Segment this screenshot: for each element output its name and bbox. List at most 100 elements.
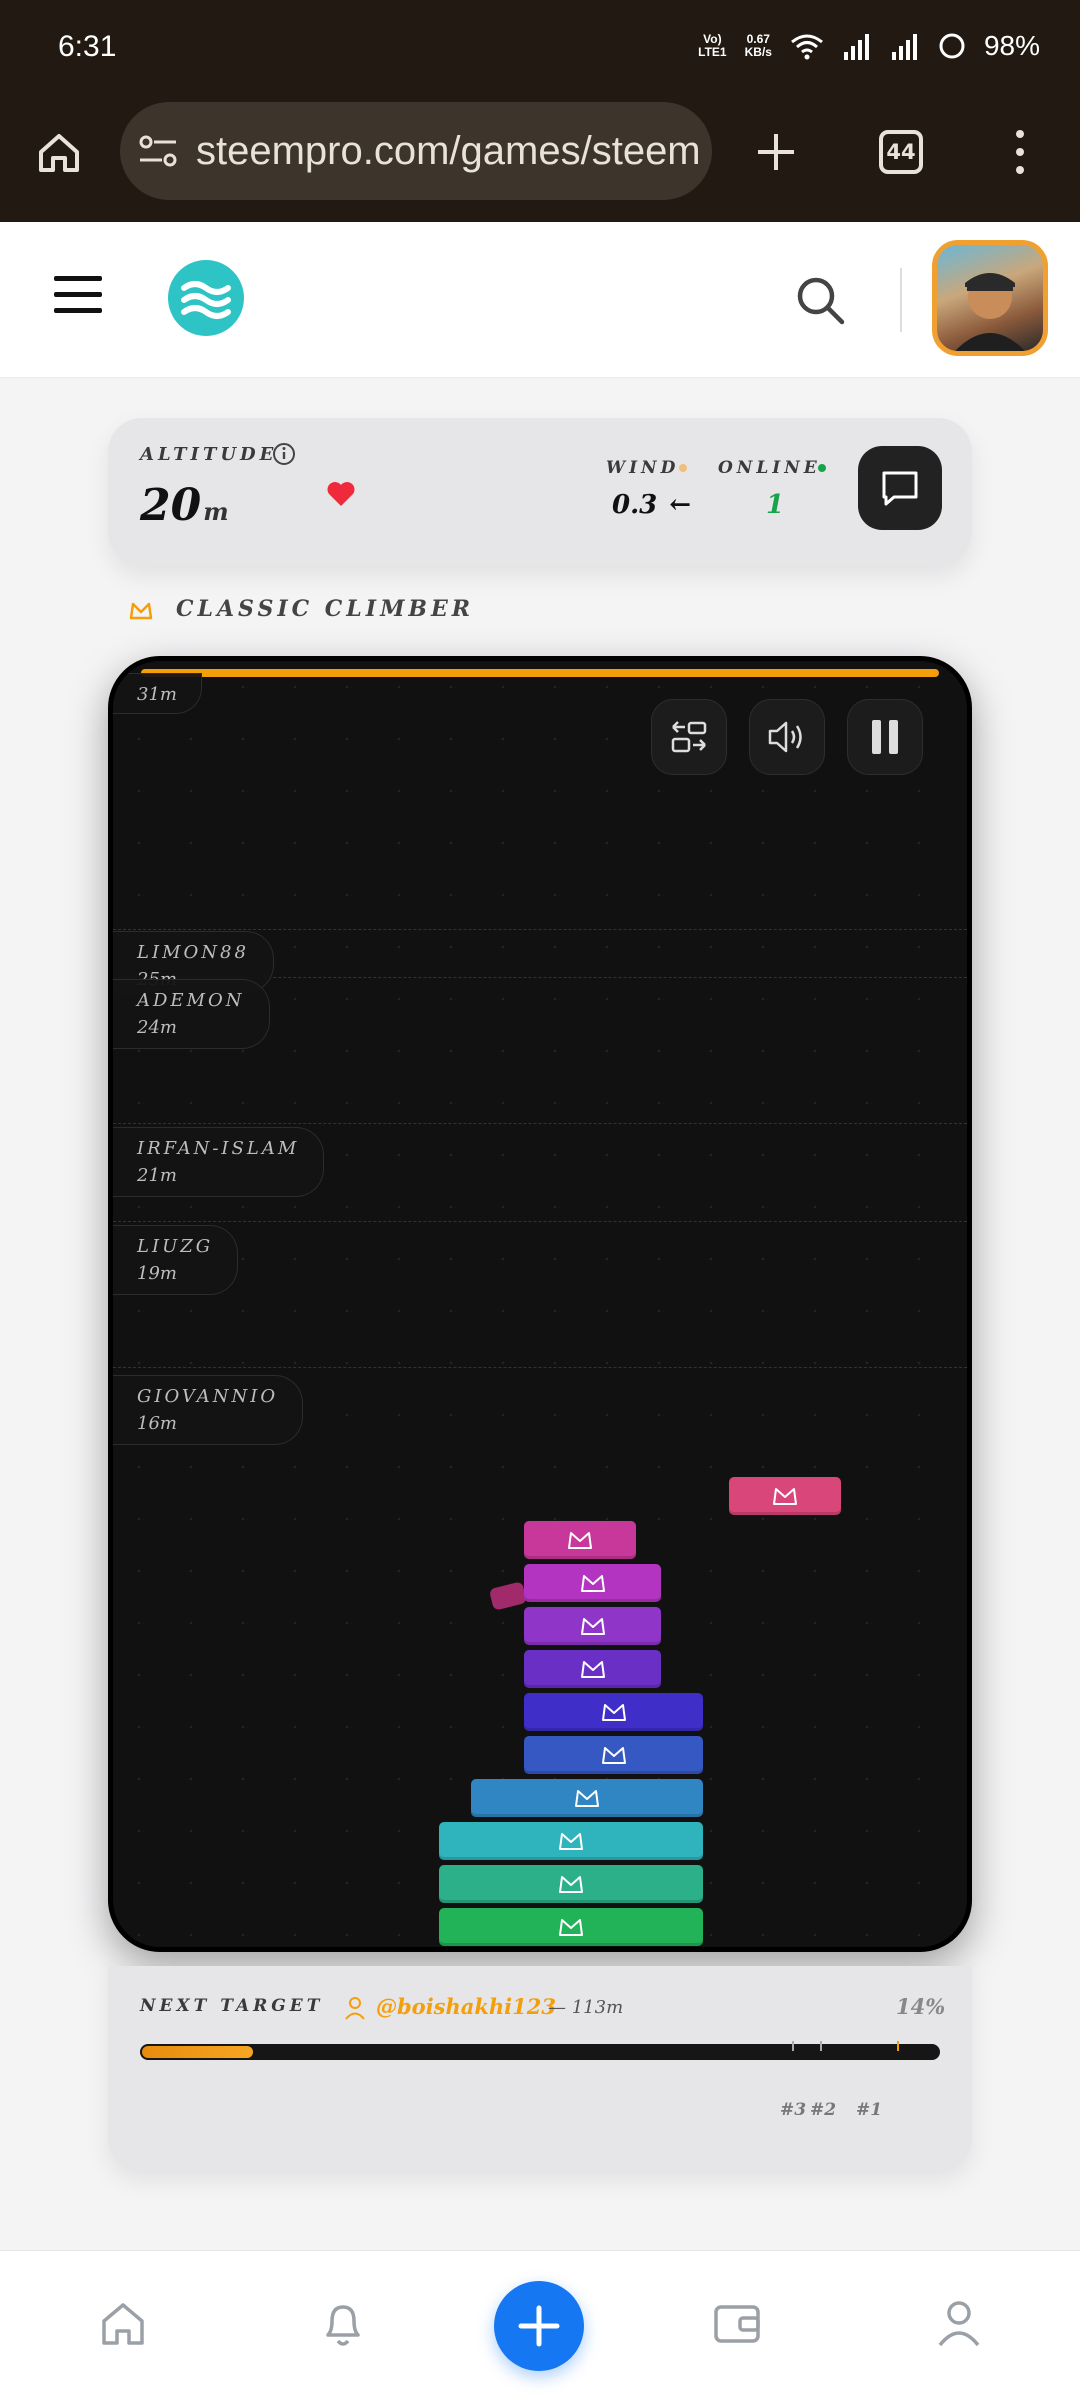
altitude-label: ALTITUDE <box>140 444 278 465</box>
crown-icon <box>568 1532 592 1549</box>
online-count: 1 <box>766 490 785 520</box>
altitude-panel: ALTITUDE 20 m WIND 0.3 ← ONLINE 1 <box>108 418 972 566</box>
ghost-line <box>113 1123 967 1124</box>
browser-toolbar: steempro.com/games/steem 44 <box>0 100 1080 222</box>
home-icon[interactable] <box>98 2299 148 2349</box>
target-progress-track <box>140 2041 940 2060</box>
stacked-block <box>524 1607 661 1645</box>
wind-dot <box>679 464 687 472</box>
speaker-icon <box>768 721 802 753</box>
ghost-player-label: LIUZG 19m <box>113 1225 239 1295</box>
stacked-block <box>439 1908 703 1946</box>
rank-marker-1: #1 <box>856 2100 883 2120</box>
profile-icon[interactable] <box>934 2297 984 2349</box>
rank-tick <box>820 2041 822 2051</box>
net-speed: 0.67 KB/s <box>744 32 772 59</box>
ghost-line <box>113 1367 967 1368</box>
next-target-label: NEXT TARGET <box>140 1996 324 2016</box>
online-dot <box>818 464 826 472</box>
switch-view-button[interactable] <box>651 699 727 775</box>
crown-icon <box>580 1575 605 1592</box>
signal-icon <box>843 34 869 60</box>
rank-marker-3: #3 <box>780 2100 807 2120</box>
crown-icon <box>580 1661 605 1678</box>
rank-tick <box>792 2041 794 2051</box>
target-username[interactable]: @boishakhi123 <box>376 1994 556 2019</box>
bell-icon[interactable] <box>318 2297 368 2351</box>
pause-icon <box>872 720 898 754</box>
battery-level: 98% <box>983 30 1040 61</box>
progress-percent: 14% <box>896 1994 946 2019</box>
signal-icon <box>891 34 917 60</box>
battery-icon <box>939 33 965 59</box>
altitude-unit: m <box>203 497 229 526</box>
stacked-block <box>524 1521 636 1559</box>
crown-icon <box>575 1790 599 1807</box>
chat-button[interactable] <box>858 446 942 530</box>
wind-value: 0.3 <box>612 490 658 520</box>
crown-icon <box>580 1618 605 1635</box>
top-progress-bar <box>141 669 939 677</box>
bottom-navigation <box>0 2250 1080 2400</box>
stacked-block <box>524 1693 703 1731</box>
rank-tick <box>897 2041 899 2051</box>
wind-direction-arrow: ← <box>669 490 692 520</box>
site-header <box>0 222 1080 378</box>
heart-icon <box>327 482 355 506</box>
address-bar[interactable]: steempro.com/games/steem <box>120 102 712 200</box>
stacked-block <box>524 1650 661 1688</box>
chat-icon <box>882 471 918 506</box>
falling-debris <box>488 1581 528 1611</box>
home-icon[interactable] <box>36 130 82 176</box>
moving-block[interactable] <box>729 1477 841 1515</box>
crown-icon <box>559 1876 583 1893</box>
steempro-logo[interactable] <box>166 258 246 338</box>
wifi-icon <box>791 34 823 60</box>
altitude-value: 20 <box>140 480 202 531</box>
stacked-block <box>439 1822 703 1860</box>
wallet-icon[interactable] <box>712 2299 762 2347</box>
ghost-player-label: IRFAN-ISLAM 21m <box>113 1127 325 1197</box>
next-target-panel: NEXT TARGET @boishakhi123 — 113m 14% #3 … <box>108 1966 972 2170</box>
search-icon[interactable] <box>794 274 846 326</box>
site-settings-icon[interactable] <box>138 132 178 170</box>
ghost-line <box>113 1221 967 1222</box>
crown-icon <box>129 602 153 620</box>
target-progress-fill <box>142 2046 253 2058</box>
wind-label: WIND <box>606 458 680 478</box>
online-label: ONLINE <box>718 458 821 478</box>
sound-button[interactable] <box>749 699 825 775</box>
user-photo <box>955 273 1025 351</box>
info-icon[interactable] <box>272 442 296 466</box>
new-tab-icon[interactable] <box>754 130 798 174</box>
url-text: steempro.com/games/steem <box>196 128 701 173</box>
stacked-block <box>439 1865 703 1903</box>
ghost-player-label: ADEMON 24m <box>113 979 270 1049</box>
target-distance: — 113m <box>548 1997 624 2018</box>
header-divider <box>900 268 902 332</box>
user-icon <box>345 1997 365 2020</box>
crown-icon <box>773 1488 797 1505</box>
ghost-player-label: GIOVANNIO 16m <box>113 1375 304 1445</box>
ghost-line <box>113 929 967 930</box>
game-board[interactable]: 31m LIMON88 25m ADEMON 24m IRFAN-ISLAM 2… <box>108 656 972 1952</box>
ghost-marker: 31m <box>113 673 202 714</box>
game-mode-label: CLASSIC CLIMBER <box>176 596 475 622</box>
menu-icon[interactable] <box>54 274 102 316</box>
stacked-block <box>471 1779 703 1817</box>
plus-icon <box>518 2305 560 2347</box>
rank-marker-2: #2 <box>810 2100 837 2120</box>
pause-button[interactable] <box>847 699 923 775</box>
crown-icon <box>601 1747 626 1764</box>
network-indicator: Vo) LTE1 <box>698 32 727 59</box>
avatar[interactable] <box>932 240 1048 356</box>
crown-icon <box>559 1833 583 1850</box>
create-button[interactable] <box>494 2281 584 2371</box>
stacked-block <box>524 1736 703 1774</box>
crown-icon <box>559 1919 583 1936</box>
more-options-icon[interactable] <box>1010 128 1030 176</box>
status-time: 6:31 <box>58 30 117 63</box>
tab-switcher-button[interactable]: 44 <box>879 130 923 174</box>
swap-icon <box>671 721 707 753</box>
stacked-block <box>524 1564 661 1602</box>
